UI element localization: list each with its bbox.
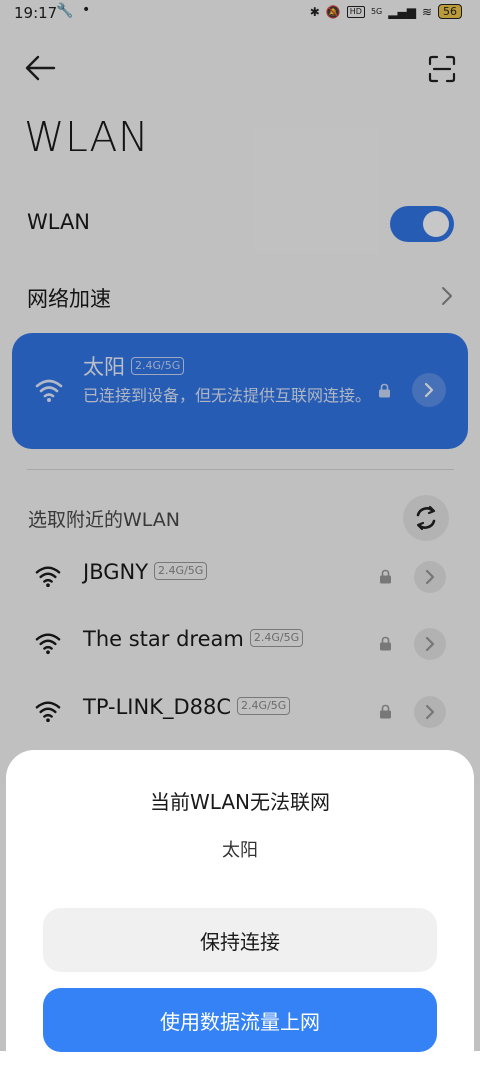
dialog-network-name: 太阳 (222, 840, 258, 861)
dialog-title: 当前WLAN无法联网 (149, 790, 331, 814)
no-internet-dialog: 当前WLAN无法联网 太阳 保持连接 使用数据流量上网 (6, 750, 474, 1070)
keep-connection-button[interactable]: 保持连接 (43, 908, 437, 972)
use-mobile-data-button[interactable]: 使用数据流量上网 (43, 988, 437, 1052)
